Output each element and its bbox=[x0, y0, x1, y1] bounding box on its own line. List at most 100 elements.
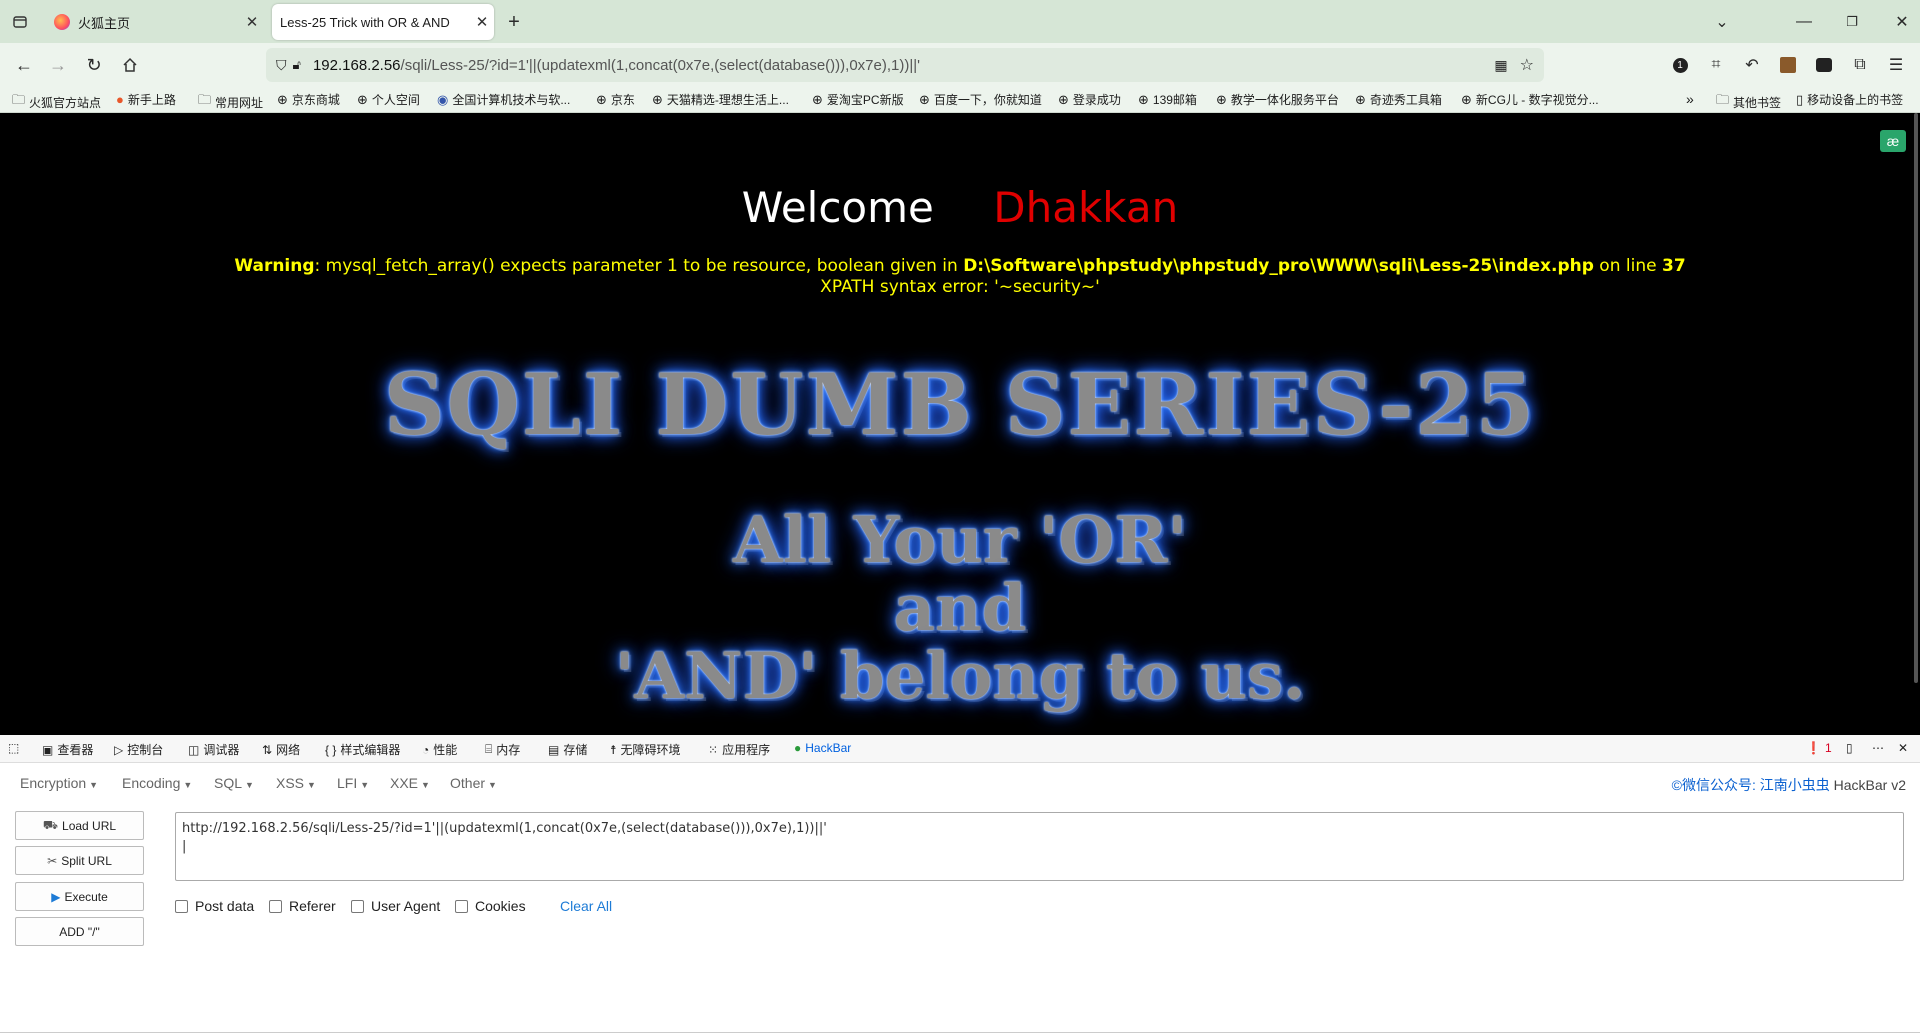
back-icon[interactable]: ← bbox=[12, 53, 36, 77]
restore-icon[interactable]: ❐ bbox=[1840, 10, 1864, 34]
tab-hackbar[interactable]: ● HackBar bbox=[794, 741, 851, 755]
bookmark-item[interactable]: ⊕ 爱淘宝PC新版 bbox=[812, 91, 904, 108]
split-url-button[interactable]: ✂ Split URL bbox=[15, 846, 144, 875]
bookmark-item[interactable]: ⊕ 奇迹秀工具箱 bbox=[1355, 91, 1442, 108]
tab-application[interactable]: ⁙ 应用程序 bbox=[708, 741, 770, 758]
add-slash-button[interactable]: ADD "/" bbox=[15, 917, 144, 946]
warning-line: 37 bbox=[1661, 256, 1686, 276]
menu-encryption[interactable]: Encryption ▼ bbox=[20, 775, 98, 791]
bookmark-label: 爱淘宝PC新版 bbox=[826, 93, 904, 107]
address-bar[interactable]: ⛉ 🔓︎ 192.168.2.56 /sqli/Less-25/?id=1'||… bbox=[266, 48, 1544, 82]
crop-icon[interactable]: ⌗ bbox=[1704, 53, 1728, 77]
forward-icon[interactable]: → bbox=[46, 53, 70, 77]
tab-performance[interactable]: ◔ 性能 bbox=[422, 741, 457, 758]
close-window-icon[interactable]: ✕ bbox=[1890, 10, 1914, 34]
tab-debugger[interactable]: ◫ 调试器 bbox=[188, 741, 239, 758]
menu-sql[interactable]: SQL ▼ bbox=[214, 775, 254, 791]
container-icon[interactable] bbox=[1812, 53, 1836, 77]
close-devtools-icon[interactable]: ✕ bbox=[1898, 741, 1908, 755]
checkbox-box[interactable] bbox=[175, 899, 188, 913]
menu-label: Encoding bbox=[122, 775, 181, 791]
tab-console[interactable]: ▷ 控制台 bbox=[114, 741, 163, 758]
tab-storage[interactable]: ▤ 存储 bbox=[548, 741, 587, 758]
close-tab-icon[interactable]: ✕ bbox=[470, 13, 494, 31]
firefox-icon: ● bbox=[116, 92, 124, 107]
chevron-down-icon[interactable]: ⌄ bbox=[1710, 10, 1734, 34]
more-bookmarks-icon[interactable]: » bbox=[1686, 91, 1694, 107]
url-path: /sqli/Less-25/?id=1'||(updatexml(1,conca… bbox=[400, 56, 920, 74]
bookmark-item[interactable]: ⊕ 京东 bbox=[596, 91, 635, 108]
bookmark-item[interactable]: ⊕ 天猫精选-理想生活上... bbox=[652, 91, 789, 108]
bookmark-item[interactable]: ⊕ 个人空间 bbox=[357, 91, 420, 108]
tab-accessibility[interactable]: ☨ 无障碍环境 bbox=[610, 741, 681, 758]
tab-network[interactable]: ⇅ 网络 bbox=[262, 741, 300, 758]
hackbar-url-textarea[interactable]: http://192.168.2.56/sqli/Less-25/?id=1'|… bbox=[175, 812, 1904, 881]
bookmark-item[interactable]: 🗀 其他书签 bbox=[1716, 91, 1781, 113]
undo-icon[interactable]: ↶ bbox=[1740, 53, 1764, 77]
more-options-icon[interactable]: ⋯ bbox=[1872, 741, 1884, 755]
tab-inspector[interactable]: ▣ 查看器 bbox=[42, 741, 93, 758]
extensions-icon[interactable]: ⧉ bbox=[1848, 53, 1872, 77]
translate-extension-icon[interactable]: æ bbox=[1880, 130, 1906, 152]
bookmark-label: 京东 bbox=[610, 93, 635, 107]
extension-badge-icon[interactable]: 1 bbox=[1668, 53, 1692, 77]
checkbox-box[interactable] bbox=[351, 899, 364, 913]
clear-all-link[interactable]: Clear All bbox=[560, 898, 612, 914]
bookmark-item[interactable]: 🗀 火狐官方站点 bbox=[12, 91, 101, 113]
tab-memory[interactable]: ⌸ 内存 bbox=[485, 741, 520, 758]
cookies-checkbox[interactable]: Cookies bbox=[455, 898, 526, 914]
qr-code-icon[interactable]: ▦ bbox=[1494, 57, 1507, 74]
insecure-lock-icon[interactable]: 🔓︎ bbox=[293, 57, 301, 73]
menu-other[interactable]: Other ▼ bbox=[450, 775, 497, 791]
bookmark-item[interactable]: ⊕ 京东商城 bbox=[277, 91, 340, 108]
bookmark-item[interactable]: ⊕ 百度一下，你就知道 bbox=[919, 91, 1042, 108]
menu-xss[interactable]: XSS ▼ bbox=[276, 775, 316, 791]
globe-icon: ⊕ bbox=[812, 91, 823, 107]
bookmark-label: 常用网址 bbox=[215, 95, 264, 110]
credit-version: HackBar v2 bbox=[1833, 777, 1906, 793]
menu-xxe[interactable]: XXE ▼ bbox=[390, 775, 430, 791]
minimize-icon[interactable]: — bbox=[1792, 10, 1816, 34]
bookmark-label: 个人空间 bbox=[371, 93, 420, 107]
bookmark-label: 教学一体化服务平台 bbox=[1230, 93, 1339, 107]
user-agent-checkbox[interactable]: User Agent bbox=[351, 898, 440, 914]
bookmark-item[interactable]: ◉ 全国计算机技术与软... bbox=[437, 91, 570, 108]
reload-icon[interactable]: ↻ bbox=[82, 53, 106, 77]
bookmark-item[interactable]: ⊕ 教学一体化服务平台 bbox=[1216, 91, 1339, 108]
bookmark-item[interactable]: ⊕ 登录成功 bbox=[1058, 91, 1121, 108]
bookmark-label: 新CG儿 - 数字视觉分... bbox=[1475, 93, 1599, 107]
shield-icon[interactable]: ⛉ bbox=[276, 57, 287, 74]
menu-icon[interactable]: ☰ bbox=[1884, 53, 1908, 77]
bookmark-item[interactable]: ● 新手上路 bbox=[116, 91, 176, 108]
tab-list-icon[interactable] bbox=[8, 10, 32, 34]
home-icon[interactable] bbox=[118, 53, 142, 77]
new-tab-icon[interactable]: + bbox=[502, 10, 526, 34]
close-tab-icon[interactable]: ✕ bbox=[240, 13, 264, 31]
post-data-checkbox[interactable]: Post data bbox=[175, 898, 254, 914]
network-icon: ⇅ bbox=[262, 742, 273, 757]
bookmark-item[interactable]: ⊕ 139邮箱 bbox=[1138, 91, 1197, 108]
bookmark-item[interactable]: 🗀 常用网址 bbox=[198, 91, 263, 113]
execute-button[interactable]: ▶ Execute bbox=[15, 882, 144, 911]
load-url-button[interactable]: ⛟ Load URL bbox=[15, 811, 144, 840]
error-count-badge[interactable]: ❗ 1 bbox=[1806, 741, 1832, 755]
bookmark-star-icon[interactable]: ☆ bbox=[1520, 55, 1534, 75]
bookmark-item[interactable]: ⊕ 新CG儿 - 数字视觉分... bbox=[1461, 91, 1599, 108]
tab-less-25[interactable]: Less-25 Trick with OR & AND ✕ bbox=[272, 4, 494, 40]
referer-checkbox[interactable]: Referer bbox=[269, 898, 336, 914]
element-picker-icon[interactable]: ⬚ bbox=[8, 741, 19, 755]
tab-label: 性能 bbox=[433, 743, 458, 757]
debugger-icon: ◫ bbox=[188, 742, 200, 757]
menu-lfi[interactable]: LFI ▼ bbox=[337, 775, 369, 791]
dock-icon[interactable]: ▯ bbox=[1846, 741, 1853, 755]
mobile-icon: ▯ bbox=[1796, 91, 1804, 107]
button-label: Load URL bbox=[62, 818, 117, 833]
firefox-icon bbox=[54, 14, 70, 30]
tab-firefox-home[interactable]: 火狐主页 ✕ bbox=[44, 4, 264, 40]
checkbox-box[interactable] bbox=[455, 899, 468, 913]
tab-style-editor[interactable]: { } 样式编辑器 bbox=[325, 741, 400, 758]
checkbox-box[interactable] bbox=[269, 899, 282, 913]
bookmark-item[interactable]: ▯ 移动设备上的书签 bbox=[1796, 91, 1903, 108]
menu-encoding[interactable]: Encoding ▼ bbox=[122, 775, 192, 791]
avatar-extension-icon[interactable] bbox=[1776, 53, 1800, 77]
